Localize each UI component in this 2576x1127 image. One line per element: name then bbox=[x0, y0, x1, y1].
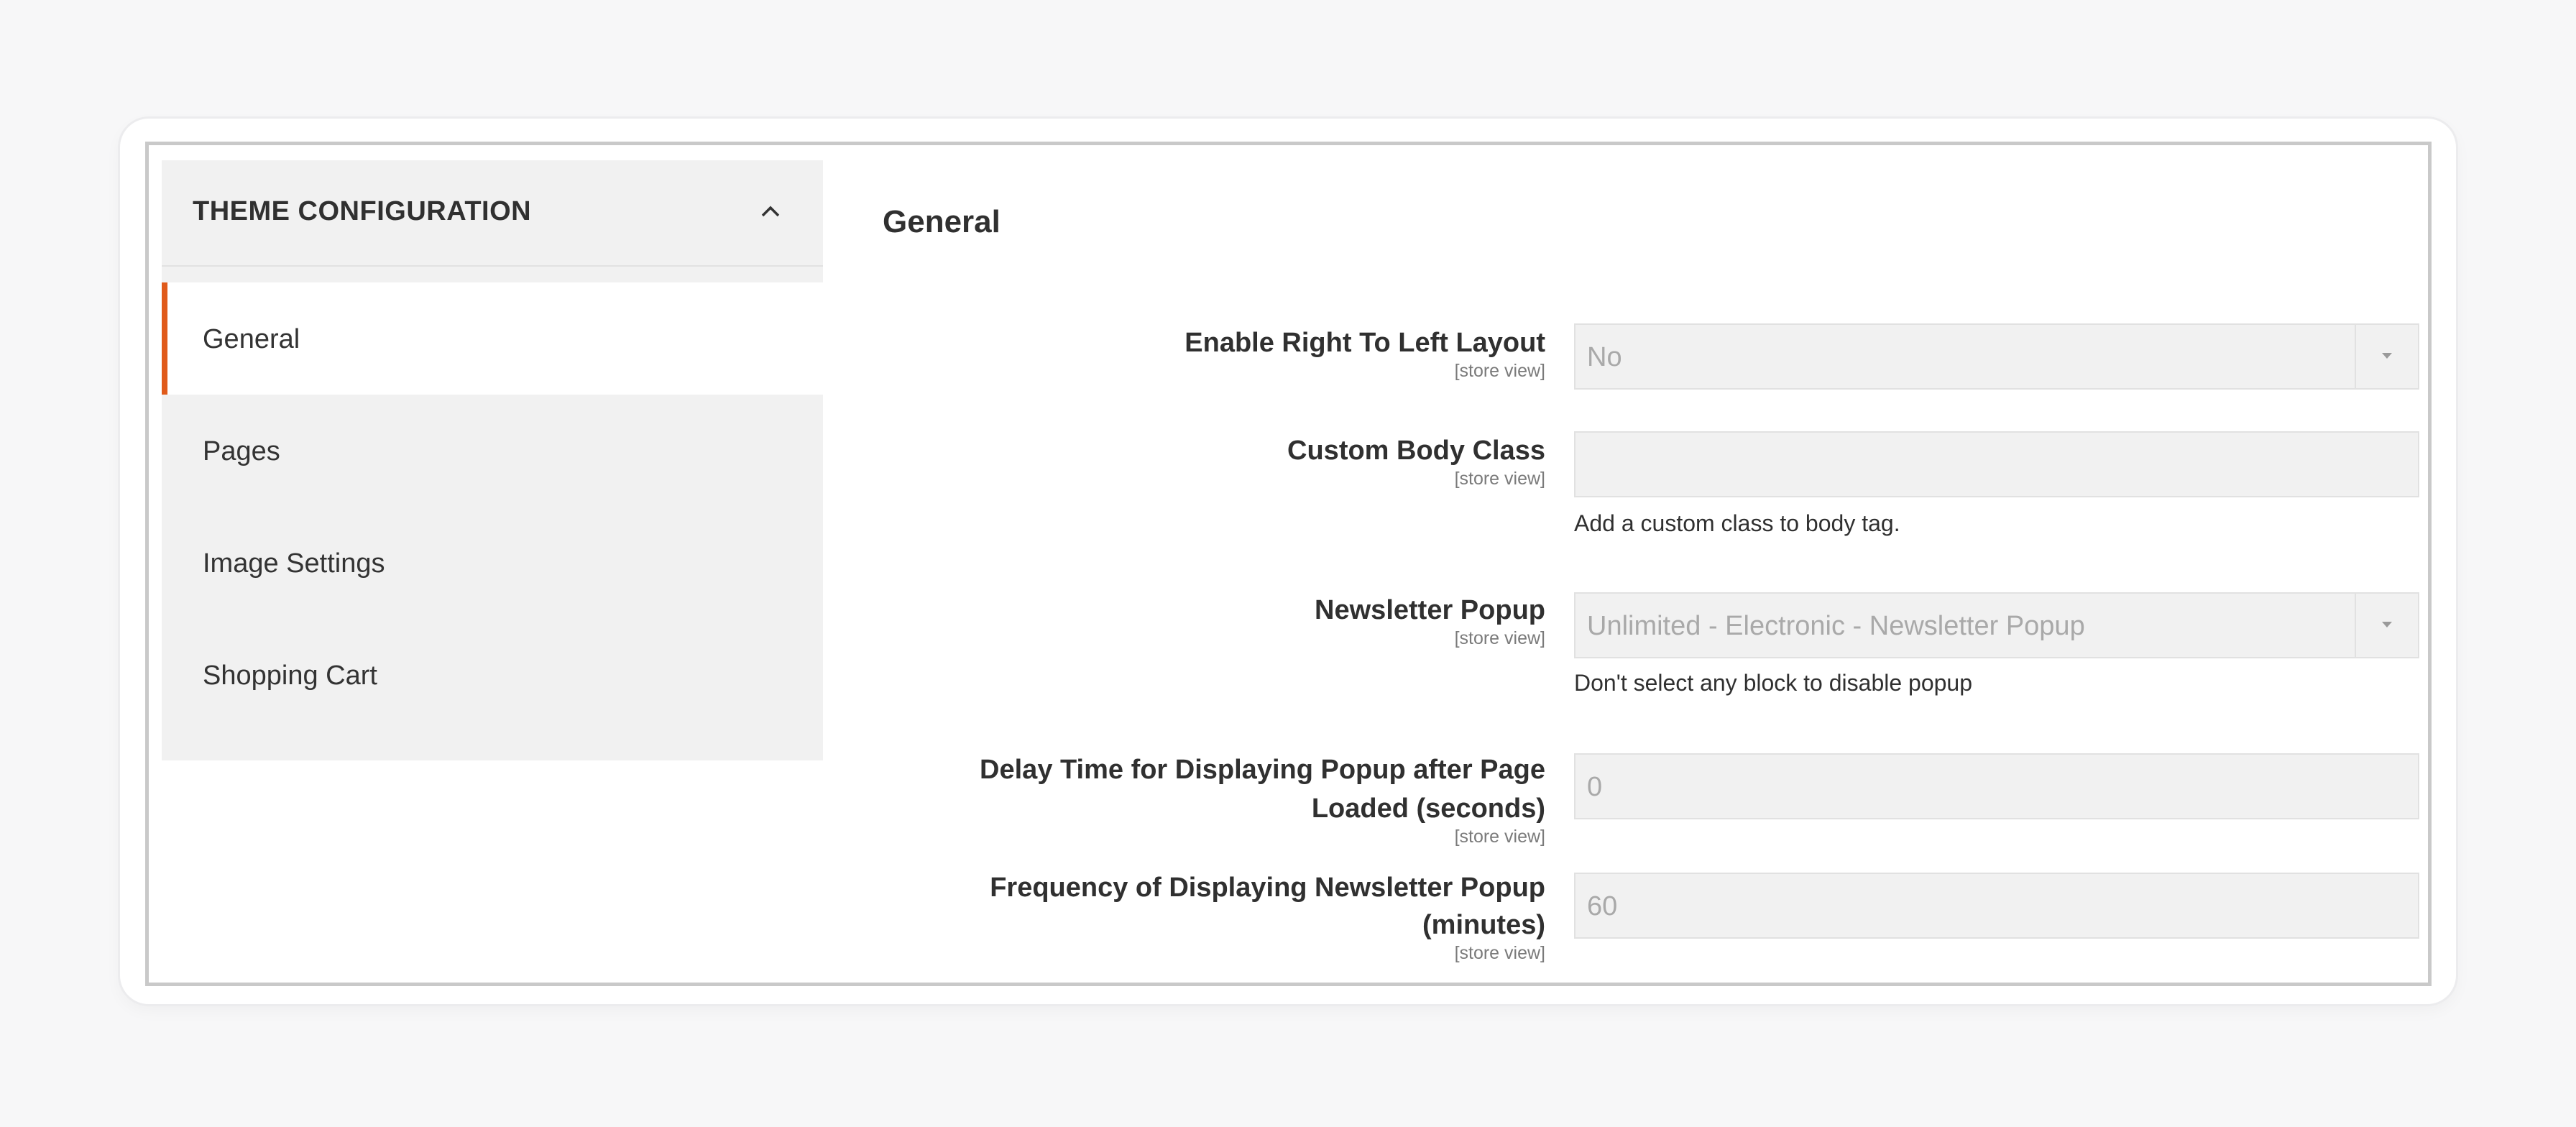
sidebar-title: THEME CONFIGURATION bbox=[193, 196, 532, 226]
rtl-layout-select[interactable]: No bbox=[1574, 323, 2419, 390]
field-label-delay-time: Delay Time for Displaying Popup after Pa… bbox=[980, 755, 1545, 785]
custom-body-class-input[interactable] bbox=[1574, 431, 2419, 497]
field-label-frequency-line2: (minutes) bbox=[1422, 910, 1545, 940]
sidebar-header[interactable]: THEME CONFIGURATION bbox=[162, 160, 823, 267]
sidebar-item-shopping-cart[interactable]: Shopping Cart bbox=[162, 619, 823, 731]
sidebar-item-image-settings[interactable]: Image Settings bbox=[162, 507, 823, 619]
select-value: Unlimited - Electronic - Newsletter Popu… bbox=[1587, 611, 2085, 641]
select-value: No bbox=[1587, 342, 1622, 372]
config-sidebar: THEME CONFIGURATION General Pages Image … bbox=[162, 160, 823, 760]
delay-time-input[interactable]: 0 bbox=[1574, 753, 2419, 819]
input-value: 0 bbox=[1587, 772, 1603, 802]
field-label-body-class: Custom Body Class bbox=[1287, 436, 1545, 466]
sidebar-item-label: General bbox=[203, 324, 300, 354]
field-label-rtl: Enable Right To Left Layout bbox=[1184, 328, 1545, 358]
chevron-up-icon[interactable] bbox=[760, 201, 781, 222]
sidebar-item-pages[interactable]: Pages bbox=[162, 395, 823, 507]
frequency-input[interactable]: 60 bbox=[1574, 873, 2419, 939]
sidebar-item-label: Image Settings bbox=[203, 548, 385, 579]
input-value: 60 bbox=[1587, 891, 1618, 921]
field-scope: [store view] bbox=[1454, 943, 1545, 963]
field-scope: [store view] bbox=[1454, 827, 1545, 847]
dropdown-arrow-icon[interactable] bbox=[2355, 594, 2418, 657]
field-note: Add a custom class to body tag. bbox=[1574, 510, 1900, 536]
sidebar-item-label: Shopping Cart bbox=[203, 661, 377, 691]
dropdown-arrow-icon[interactable] bbox=[2355, 325, 2418, 388]
sidebar-item-label: Pages bbox=[203, 436, 280, 466]
field-label-newsletter-popup: Newsletter Popup bbox=[1315, 595, 1545, 625]
field-note: Don't select any block to disable popup bbox=[1574, 670, 1973, 696]
field-scope: [store view] bbox=[1454, 628, 1545, 648]
field-scope: [store view] bbox=[1454, 469, 1545, 489]
sidebar-item-general[interactable]: General bbox=[162, 282, 823, 395]
field-label-frequency: Frequency of Displaying Newsletter Popup bbox=[990, 873, 1545, 903]
newsletter-popup-select[interactable]: Unlimited - Electronic - Newsletter Popu… bbox=[1574, 592, 2419, 658]
section-title: General bbox=[883, 204, 1000, 239]
field-label-delay-time-line2: Loaded (seconds) bbox=[1311, 794, 1545, 824]
field-scope: [store view] bbox=[1454, 361, 1545, 381]
